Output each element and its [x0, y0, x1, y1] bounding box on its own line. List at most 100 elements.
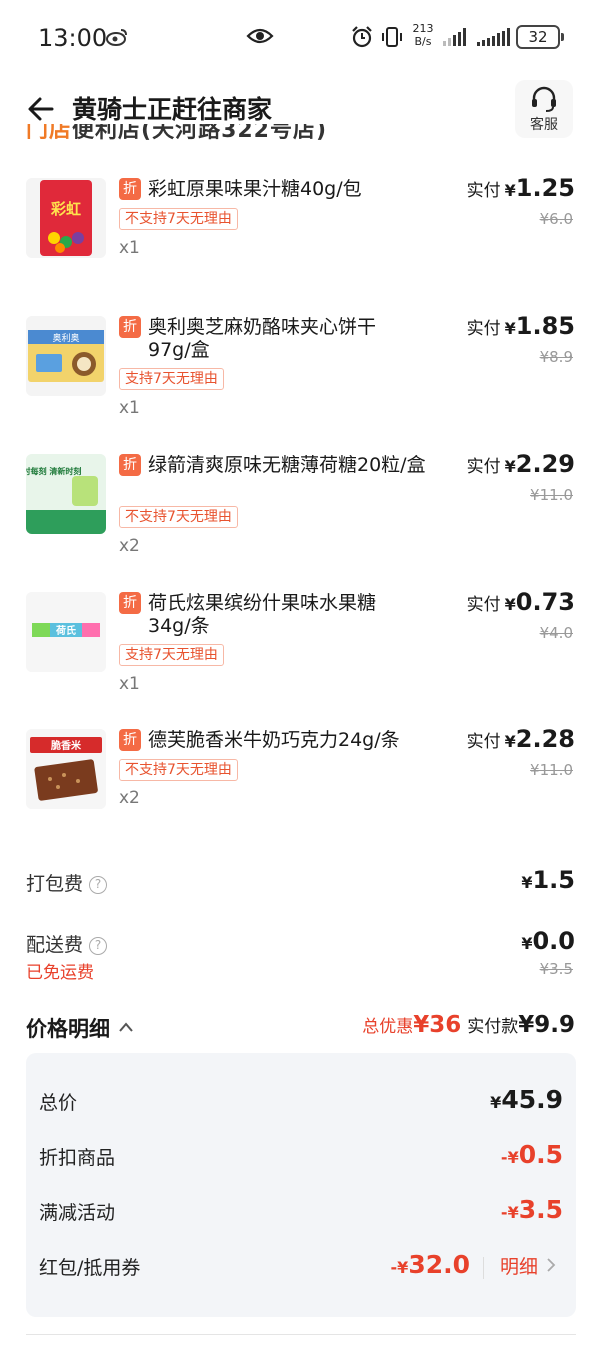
product-image-mint[interactable]: 每时每刻 清新时刻 — [26, 454, 106, 534]
paid-value: 0.73 — [515, 588, 575, 616]
product-name: 荷氏炫果缤纷什果味水果糖34g/条 — [148, 592, 377, 637]
halls-logo-text: 荷氏 — [55, 624, 76, 637]
discount-tag: 折 — [119, 592, 141, 614]
product-image-skittles[interactable]: 彩虹 — [26, 178, 106, 258]
discount-tag: 折 — [119, 729, 141, 751]
price-row-value: -¥32.0 — [391, 1250, 470, 1279]
price-row-label: 红包/抵用券 — [39, 1257, 141, 1279]
paid-value: 2.29 — [515, 450, 575, 478]
status-time: 13:00 — [38, 24, 108, 52]
price-row-discount-items: 折扣商品 -¥0.5 — [26, 1140, 576, 1174]
product-name: 德芙脆香米牛奶巧克力24g/条 — [148, 729, 400, 751]
product-paid-price: 实付 ¥1.25 — [467, 174, 575, 202]
actual-payment-label: 实付款 — [467, 1017, 519, 1037]
currency-symbol: ¥ — [521, 934, 533, 953]
packing-fee-text: 打包费 — [26, 873, 84, 895]
product-quantity: x1 — [119, 674, 140, 694]
paid-label: 实付 — [466, 595, 501, 615]
product-name: 彩虹原果味果汁糖40g/包 — [148, 178, 362, 200]
skittles-logo-text: 彩虹 — [50, 200, 81, 218]
paid-value: 2.28 — [515, 725, 575, 753]
mint-logo-text: 每时每刻 清新时刻 — [26, 466, 81, 476]
price-row-full-reduction: 满减活动 -¥3.5 — [26, 1195, 576, 1229]
coupon-detail-label: 明细 — [499, 1256, 538, 1278]
delivery-fee-amount: 0.0 — [532, 927, 575, 955]
discount-tag: 折 — [119, 454, 141, 476]
divider — [483, 1257, 484, 1279]
paid-label: 实付 — [466, 181, 501, 201]
network-speed: 213 B/s — [408, 22, 438, 48]
price-row-label: 满减活动 — [39, 1202, 116, 1224]
oreo-logo-text: 奥利奥 — [52, 332, 79, 344]
delivery-fee-label: 配送费? — [26, 930, 108, 957]
product-paid-price: 实付 ¥2.28 — [467, 725, 575, 753]
back-arrow-icon[interactable] — [26, 94, 56, 124]
price-row-value: -¥3.5 — [501, 1195, 563, 1224]
free-shipping-note: 已免运费 — [26, 963, 94, 983]
price-row-value: ¥45.9 — [490, 1085, 563, 1114]
product-image-dove[interactable]: 脆香米 — [26, 729, 106, 809]
currency-symbol: -¥ — [390, 1258, 409, 1277]
price-row-amount: 3.5 — [518, 1195, 563, 1224]
store-name-prefix: 门店 — [26, 124, 73, 142]
packing-fee-amount: 1.5 — [532, 866, 575, 894]
return-policy-tag: 不支持7天无理由 — [119, 759, 238, 781]
customer-service-button[interactable]: 客服 — [515, 80, 573, 138]
customer-service-label: 客服 — [530, 117, 558, 133]
total-discount-label: 总优惠 — [362, 1017, 414, 1037]
price-detail-toggle[interactable]: 价格明细 — [26, 1013, 134, 1043]
original-price: ¥8.9 — [539, 348, 573, 366]
price-row-value: -¥0.5 — [501, 1140, 563, 1169]
coupon-detail-link[interactable]: 明细 — [500, 1252, 556, 1279]
currency-symbol: ¥ — [504, 457, 516, 476]
product-name: 奥利奥芝麻奶酪味夹心饼干97g/盒 — [148, 316, 377, 361]
packing-fee-value: ¥1.5 — [521, 866, 575, 894]
product-image-oreo[interactable]: 奥利奥 — [26, 316, 106, 396]
paid-label: 实付 — [466, 732, 501, 752]
price-row-total: 总价 ¥45.9 — [26, 1085, 576, 1119]
product-image-halls[interactable]: 荷氏 — [26, 592, 106, 672]
paid-value: 1.25 — [515, 174, 575, 202]
currency-symbol: ¥ — [504, 595, 516, 614]
product-name: 绿箭清爽原味无糖薄荷糖20粒/盒 — [148, 454, 426, 476]
product-quantity: x1 — [119, 238, 140, 258]
headset-icon — [532, 86, 556, 112]
product-quantity: x2 — [119, 788, 140, 808]
paid-value: 1.85 — [515, 312, 575, 340]
product-paid-price: 实付 ¥1.85 — [467, 312, 575, 340]
eye-icon — [246, 28, 274, 44]
currency-symbol: -¥ — [500, 1148, 519, 1167]
price-detail-panel: 总价 ¥45.9 折扣商品 -¥0.5 满减活动 -¥3.5 红包/抵用券 -¥… — [26, 1053, 576, 1317]
currency-symbol: ¥ — [504, 181, 516, 200]
page-title: 黄骑士正赶往商家 — [72, 95, 273, 124]
price-summary: 总优惠¥36 实付款¥9.9 — [362, 1012, 575, 1038]
signal-icon — [477, 28, 510, 46]
help-icon[interactable]: ? — [89, 937, 108, 955]
return-policy-tag: 不支持7天无理由 — [119, 208, 238, 230]
delivery-original-price: ¥3.5 — [539, 960, 573, 978]
delivery-fee-value: ¥0.0 — [521, 927, 575, 955]
original-price: ¥11.0 — [530, 486, 573, 504]
currency-symbol: ¥ — [490, 1093, 502, 1112]
price-row-amount: 45.9 — [501, 1085, 563, 1114]
discount-tag: 折 — [119, 178, 141, 200]
original-price: ¥4.0 — [539, 624, 573, 642]
currency-symbol: -¥ — [500, 1203, 519, 1222]
price-row-label: 总价 — [39, 1092, 78, 1114]
price-detail-title: 价格明细 — [26, 1017, 110, 1041]
return-policy-tag: 不支持7天无理由 — [119, 506, 238, 528]
total-discount-value: ¥36 — [413, 1012, 462, 1038]
price-row-label: 折扣商品 — [39, 1147, 116, 1169]
status-bar: 13:00 213 B/s 32 — [0, 0, 600, 76]
price-row-amount: 32.0 — [408, 1250, 470, 1279]
weibo-icon — [106, 29, 127, 46]
product-quantity: x2 — [119, 536, 140, 556]
divider — [26, 1334, 576, 1335]
currency-symbol: ¥ — [504, 319, 516, 338]
paid-label: 实付 — [466, 319, 501, 339]
chevron-right-icon — [547, 1258, 556, 1272]
product-paid-price: 实付 ¥2.29 — [467, 450, 575, 478]
return-policy-tag: 支持7天无理由 — [119, 368, 224, 390]
alarm-icon — [352, 26, 372, 48]
help-icon[interactable]: ? — [89, 876, 108, 894]
